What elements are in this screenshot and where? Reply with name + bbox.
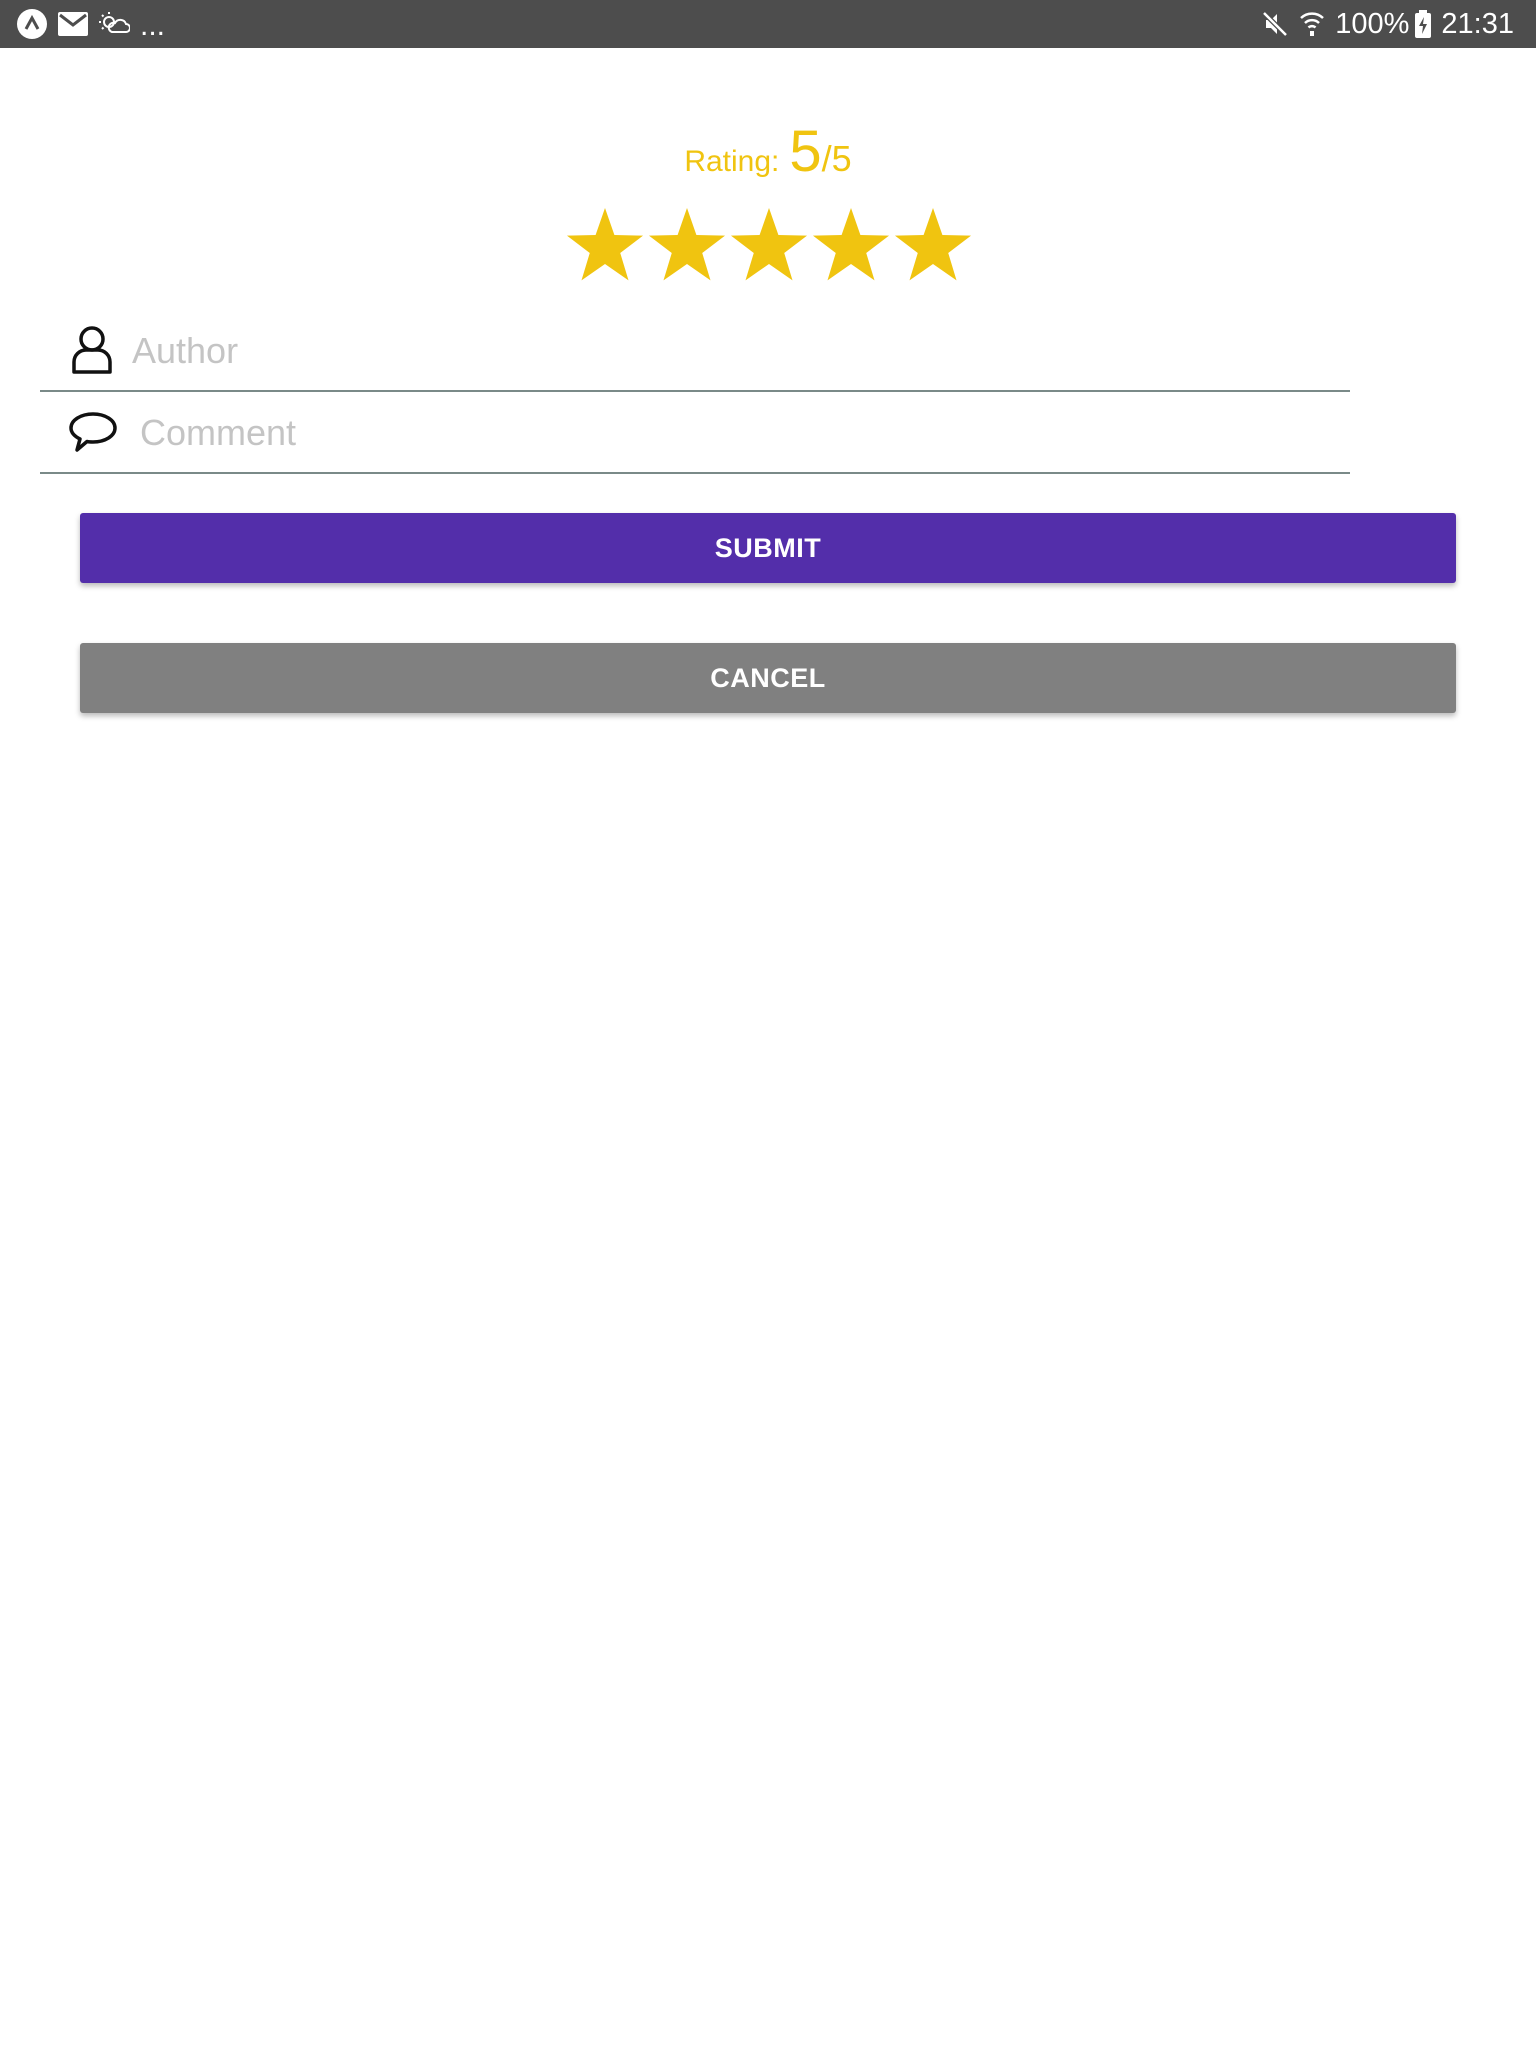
submit-button[interactable]: SUBMIT: [80, 513, 1456, 583]
user-icon: [72, 326, 112, 374]
mail-icon: [58, 12, 88, 36]
rating-separator: /: [821, 138, 832, 179]
status-bar: ... 100% 21:31: [0, 0, 1536, 48]
rating-max: 5: [831, 138, 852, 179]
star-2-icon[interactable]: [646, 205, 728, 287]
star-rating-control[interactable]: [564, 205, 974, 287]
speech-bubble-icon: [69, 412, 117, 452]
author-field: [40, 310, 1350, 392]
mute-icon: [1261, 10, 1289, 38]
battery-percentage: 100%: [1335, 7, 1410, 40]
status-bar-right: 100% 21:31: [1261, 0, 1514, 48]
star-4-icon[interactable]: [810, 205, 892, 287]
star-5-icon[interactable]: [892, 205, 974, 287]
rating-label: Rating:: [684, 145, 780, 178]
battery-charging-icon: [1415, 10, 1432, 38]
android-notification-icon: [16, 8, 48, 40]
author-input[interactable]: [130, 320, 1314, 382]
rating-summary: Rating: 5/5: [0, 118, 1536, 185]
comment-input[interactable]: [138, 402, 1322, 464]
status-bar-left: ...: [16, 0, 165, 48]
clock: 21:31: [1441, 7, 1514, 40]
star-1-icon[interactable]: [564, 205, 646, 287]
comment-field: [40, 392, 1350, 474]
rating-value: 5: [789, 119, 822, 184]
wifi-icon: [1299, 10, 1325, 38]
weather-icon: [98, 10, 130, 38]
cancel-button[interactable]: CANCEL: [80, 643, 1456, 713]
star-3-icon[interactable]: [728, 205, 810, 287]
overflow-notifications-indicator: ...: [140, 9, 166, 42]
